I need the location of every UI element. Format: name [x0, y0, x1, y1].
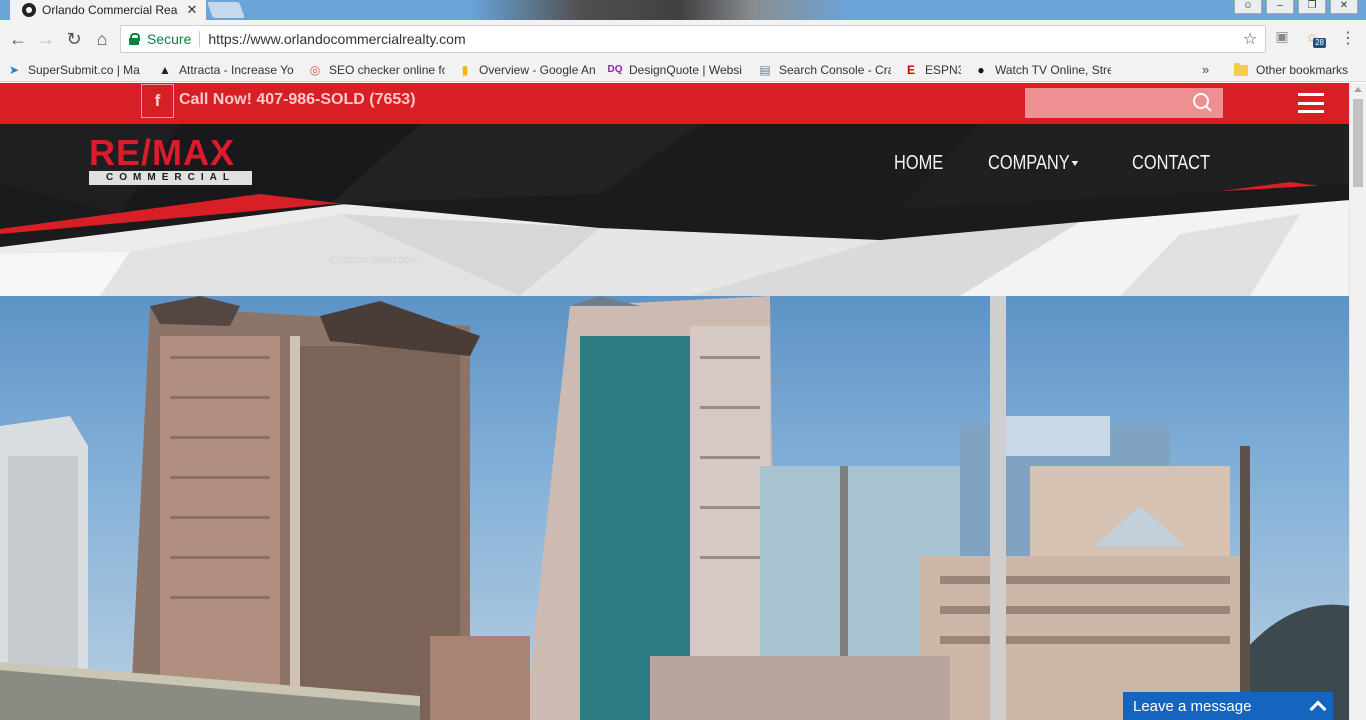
call-now-link[interactable]: Call Now! 407-986-SOLD (7653): [179, 91, 416, 109]
play-icon: ●: [977, 62, 985, 77]
facebook-icon[interactable]: f: [141, 84, 174, 118]
page-scrollbar[interactable]: [1349, 83, 1366, 720]
window-minimize-icon[interactable]: –: [1266, 0, 1294, 14]
reload-icon[interactable]: ↻: [60, 25, 88, 53]
hero-city-photo: [0, 296, 1349, 720]
browser-tab-strip: Orlando Commercial Rea ✕ ☺ – ❐ ✕: [0, 0, 1366, 20]
weather-badge: 28: [1313, 38, 1326, 48]
new-tab-button[interactable]: [207, 2, 245, 18]
logo-remax-text: RE/MAX: [89, 132, 236, 173]
bookmark-seo-checker[interactable]: ◎ SEO checker online fo: [301, 58, 451, 82]
window-controls: ☺ – ❐ ✕: [1234, 0, 1358, 14]
attracta-icon: ▲: [159, 62, 171, 77]
dq-icon: DQ: [607, 63, 623, 75]
other-bookmarks-label: Other bookmarks: [1256, 63, 1349, 77]
home-icon[interactable]: ⌂: [88, 25, 116, 53]
url-text[interactable]: https://www.orlandocommercialrealty.com: [208, 31, 1239, 47]
other-bookmarks[interactable]: Other bookmarks: [1234, 58, 1348, 82]
custom-selection-hint[interactable]: Custom Selection...: [330, 254, 425, 266]
bookmark-star-icon[interactable]: ☆: [1239, 29, 1261, 49]
remax-favicon-icon: [22, 3, 36, 17]
espn-icon: E: [906, 62, 915, 77]
bookmarks-bar: ➤ SuperSubmit.co | Ma ▲ Attracta - Incre…: [0, 58, 1366, 82]
browser-tab-active[interactable]: Orlando Commercial Rea ✕: [10, 0, 206, 20]
address-bar[interactable]: Secure https://www.orlandocommercialreal…: [120, 25, 1266, 53]
window-user-icon[interactable]: ☺: [1234, 0, 1262, 14]
bookmarks-overflow-icon[interactable]: »: [1202, 58, 1209, 82]
tab-close-icon[interactable]: ✕: [184, 2, 200, 18]
analytics-icon: ▮: [461, 62, 469, 77]
back-arrow-icon[interactable]: ←: [4, 25, 32, 53]
search-console-icon: ▤: [759, 62, 771, 77]
site-search-input[interactable]: [1025, 88, 1223, 118]
scroll-up-icon[interactable]: [1354, 87, 1362, 92]
nav-company-label: COMPANY: [988, 152, 1070, 174]
live-chat-widget[interactable]: Leave a message: [1123, 692, 1333, 720]
remax-commercial-logo[interactable]: RE/MAX COMMERCIAL: [89, 132, 257, 186]
browser-toolbar: ← → ↻ ⌂ Secure https://www.orlandocommer…: [0, 20, 1366, 58]
caret-down-icon: [1071, 161, 1079, 167]
extension-icons: ▣ ☼ 28: [1272, 26, 1326, 48]
tab-title: Orlando Commercial Rea: [42, 3, 178, 17]
hamburger-menu-icon[interactable]: [1298, 93, 1324, 113]
folder-icon: [1234, 62, 1248, 76]
search-icon[interactable]: [1193, 93, 1213, 113]
arrow-icon: ➤: [8, 62, 20, 77]
tab-strip-background: [470, 0, 850, 20]
nav-company[interactable]: COMPANY: [988, 152, 1079, 175]
nav-contact[interactable]: CONTACT: [1132, 152, 1210, 175]
scrollbar-thumb[interactable]: [1353, 99, 1363, 187]
secure-label: Secure: [147, 31, 201, 47]
bookmark-watch-tv[interactable]: ● Watch TV Online, Stre: [967, 58, 1117, 82]
nav-home[interactable]: HOME: [894, 152, 943, 175]
seo-icon: ◎: [309, 62, 321, 77]
bookmark-search-console[interactable]: ▤ Search Console - Cra: [751, 58, 897, 82]
bookmark-espn3[interactable]: E ESPN3: [897, 58, 967, 82]
bookmark-designquote[interactable]: DQ DesignQuote | Websi: [601, 58, 751, 82]
pdf-extension-icon[interactable]: ▣: [1272, 26, 1292, 46]
logo-commercial-text: COMMERCIAL: [89, 171, 252, 185]
main-navigation: HOME COMPANY CONTACT: [894, 152, 1227, 175]
forward-arrow-icon[interactable]: →: [32, 25, 60, 53]
window-restore-icon[interactable]: ❐: [1298, 0, 1326, 14]
top-contact-bar: f Call Now! 407-986-SOLD (7653): [0, 83, 1349, 124]
lock-icon: [129, 33, 140, 45]
window-close-icon[interactable]: ✕: [1330, 0, 1358, 14]
orlando-skyline-image: [0, 296, 1349, 720]
chat-label: Leave a message: [1133, 697, 1252, 715]
bookmark-attracta[interactable]: ▲ Attracta - Increase Yo: [151, 58, 301, 82]
bookmark-supersubmit[interactable]: ➤ SuperSubmit.co | Ma: [0, 58, 151, 82]
browser-menu-icon[interactable]: ⋮: [1338, 28, 1358, 50]
page-viewport: f Call Now! 407-986-SOLD (7653) RE/MAX C…: [0, 83, 1349, 720]
site-header: RE/MAX COMMERCIAL HOME COMPANY CONTACT: [0, 124, 1349, 296]
chevron-up-icon[interactable]: [1303, 692, 1333, 720]
bookmark-google-analytics[interactable]: ▮ Overview - Google An: [451, 58, 601, 82]
weather-extension-icon[interactable]: ☼ 28: [1302, 26, 1326, 48]
